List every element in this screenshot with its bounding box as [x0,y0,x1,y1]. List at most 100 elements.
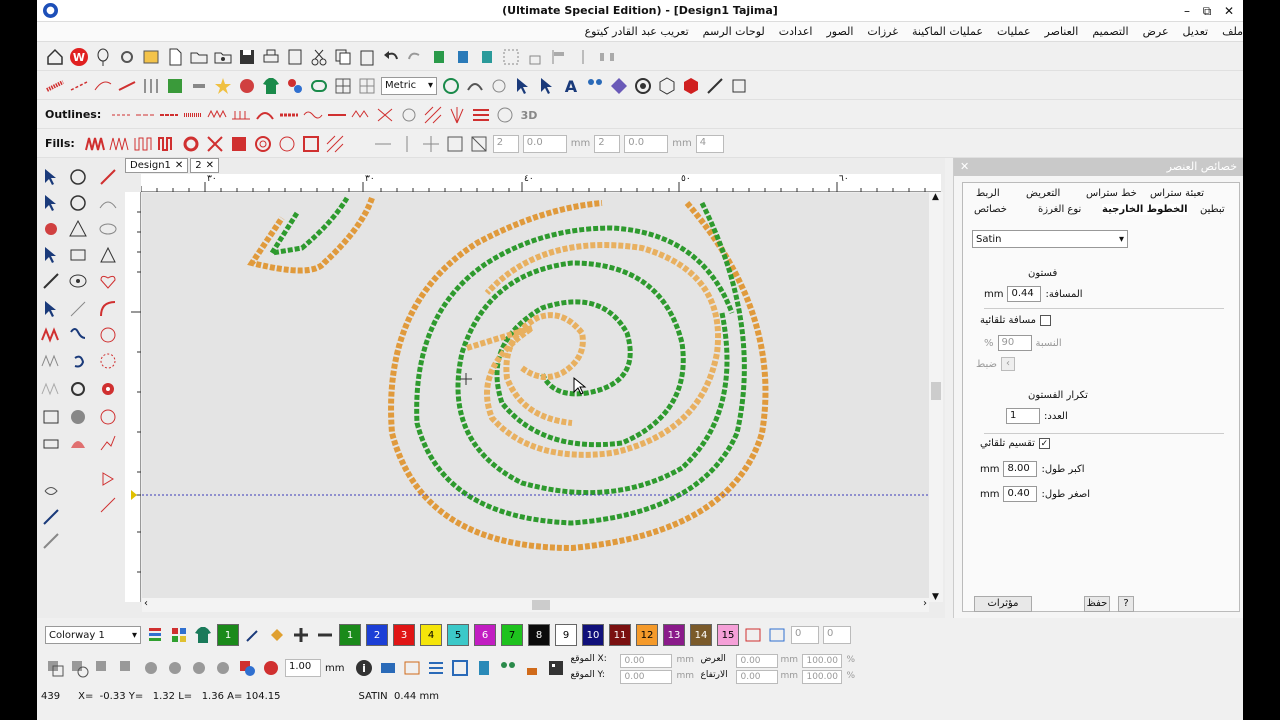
fill-cross-icon[interactable] [205,134,225,154]
moon-icon[interactable] [349,134,369,154]
height-input[interactable]: 0.00 [736,670,779,684]
shape-union-icon[interactable] [93,658,113,678]
color-swatch[interactable]: 15 [717,624,739,646]
color-swatch[interactable]: 14 [690,624,712,646]
tab-2[interactable]: 2 ✕ [190,158,220,173]
grid-icon[interactable] [333,76,353,96]
fill-spiral-icon[interactable] [253,134,273,154]
twirl-icon[interactable] [40,480,62,502]
effects-button[interactable]: مؤثرات [974,596,1032,612]
shape-intersect-icon[interactable] [117,658,137,678]
fill-spin-2[interactable]: 0.0 [522,134,567,153]
outline-fan-icon[interactable] [447,105,467,125]
tab-stitch-type[interactable]: نوع الغرزة [1038,204,1081,215]
adjust-button[interactable]: › [1001,357,1016,371]
scroll-left-icon[interactable]: ‹ [144,598,148,609]
shape-rect-icon[interactable] [69,658,89,678]
color-swatch[interactable]: 9 [555,624,577,646]
fill-spin-1[interactable]: 2 [492,134,519,153]
pos-y-input[interactable]: 0.00 [620,670,673,684]
arc-tool-icon[interactable] [97,192,119,214]
outline-3d-icon[interactable]: 3D [519,105,539,125]
frame-cross-icon[interactable] [469,134,489,154]
zigzag-gray-icon[interactable] [40,378,62,400]
select-pointer-icon[interactable] [40,298,62,320]
fill-trapunto-icon[interactable] [325,134,345,154]
shape-icon[interactable] [309,76,329,96]
menu-machine[interactable]: عمليات الماكينة [912,25,983,38]
spiral-tool-icon[interactable] [67,350,89,372]
tab-rhinestone-line[interactable]: خط ستراس [1086,188,1137,199]
paint-icon[interactable] [40,218,62,240]
fill-bars-icon[interactable] [133,134,153,154]
home-icon[interactable] [45,47,65,67]
fill-object-icon[interactable] [237,658,257,678]
reshape-icon[interactable] [489,76,509,96]
hexagon-icon[interactable] [657,76,677,96]
close-button[interactable]: ✕ [1219,2,1239,20]
chart-icon[interactable] [97,432,119,454]
knife-icon[interactable] [705,76,725,96]
paint-bucket-icon[interactable] [267,625,287,645]
select-lasso-icon[interactable] [40,244,62,266]
pen-icon[interactable] [40,506,62,528]
tab-link[interactable]: الربط [976,188,1000,199]
outline-blanket-icon[interactable] [231,105,251,125]
menu-operations[interactable]: عمليات [997,25,1031,38]
menu-view[interactable]: عرض [1143,25,1169,38]
color-spin-a[interactable]: 0 [791,626,819,644]
ratio-input[interactable]: 90 [997,335,1032,351]
distribute-icon[interactable] [597,47,617,67]
list-view-icon[interactable] [426,658,446,678]
color-swatch[interactable]: 11 [609,624,631,646]
group-icon[interactable] [501,47,521,67]
outline-chain-icon[interactable] [327,105,347,125]
hoop-view-icon[interactable] [450,658,470,678]
height-pct-input[interactable]: 100.00 [802,670,843,684]
outline-sun-icon[interactable] [495,105,515,125]
colorway-select[interactable]: Colorway 1 ▾ [45,626,141,644]
stamp-icon[interactable] [522,658,542,678]
fill-spin-4[interactable]: 0.0 [624,134,669,153]
reflect-icon[interactable] [67,406,89,428]
outline-hatch-icon[interactable] [423,105,443,125]
design-canvas[interactable] [142,193,929,598]
spiral-inner-orange-2[interactable] [503,312,586,426]
fill-loop-icon[interactable] [157,134,177,154]
oval-icon[interactable] [67,270,89,292]
line-icon[interactable] [67,298,89,320]
scroll-right-icon[interactable]: › [923,598,927,609]
triple-run-icon[interactable] [117,76,137,96]
hook-shape-orange[interactable] [247,197,375,274]
lock-icon[interactable] [525,47,545,67]
fill-outline-icon[interactable] [261,658,281,678]
tab-width[interactable]: التعريض [1026,188,1060,199]
reshape-node-icon[interactable] [67,166,89,188]
add-color-icon[interactable] [291,625,311,645]
transform-tool-icon[interactable] [97,494,119,516]
color-swatch[interactable]: 4 [420,624,442,646]
color-swatch[interactable]: 10 [582,624,604,646]
color-swatch[interactable]: 12 [636,624,658,646]
shape-square-icon[interactable] [45,658,65,678]
outline-dash-icon[interactable] [135,105,155,125]
circle-icon[interactable] [633,76,653,96]
cut-icon[interactable] [309,47,329,67]
machine-settings-icon[interactable] [378,658,398,678]
help-button[interactable]: ? [1118,596,1134,612]
library-icon[interactable] [141,47,161,67]
color-sort-icon[interactable] [743,625,763,645]
count-input[interactable]: 1 [1006,408,1040,424]
knife-tool-icon[interactable] [97,166,119,188]
width-pct-input[interactable]: 100.00 [802,654,843,668]
monogram-icon[interactable] [609,76,629,96]
tab-properties[interactable]: خصائص [974,204,1007,215]
zigzag-tool-icon[interactable] [40,324,62,346]
color-swatch[interactable]: 7 [501,624,523,646]
sunburst-icon[interactable] [97,378,119,400]
shape-subtract-icon[interactable] [165,658,185,678]
hoop-icon[interactable] [357,76,377,96]
spiral-inner-orange[interactable] [466,242,721,458]
spool-icon[interactable] [474,658,494,678]
qr-icon[interactable] [546,658,566,678]
